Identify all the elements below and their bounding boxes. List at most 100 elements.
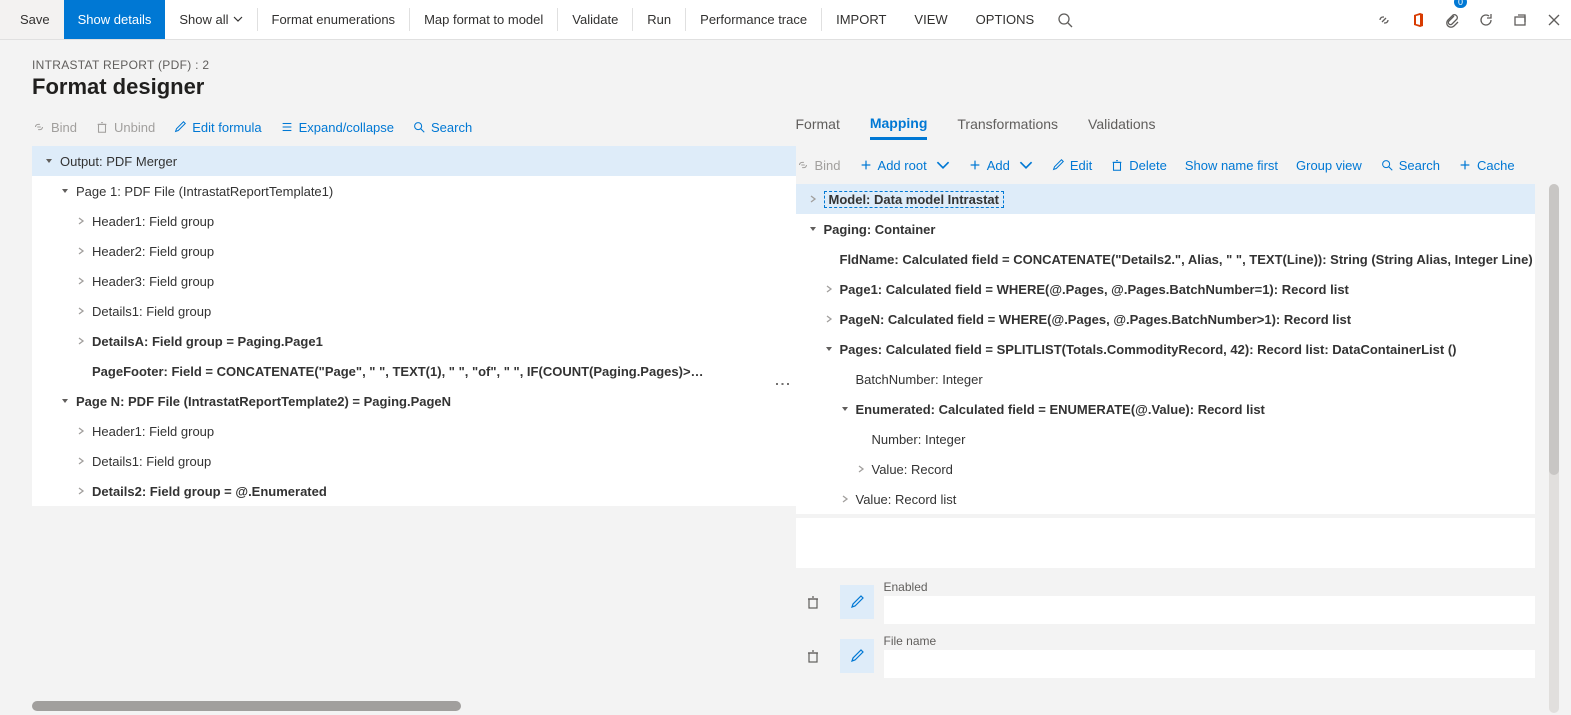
expand-icon[interactable]	[72, 276, 90, 286]
bind-button[interactable]: Bind	[32, 120, 77, 135]
list-icon	[280, 120, 294, 134]
tree-item-label: Output: PDF Merger	[58, 154, 177, 169]
options-button[interactable]: OPTIONS	[962, 0, 1049, 39]
collapse-icon[interactable]	[804, 224, 822, 234]
import-button[interactable]: IMPORT	[822, 0, 900, 39]
tab-transformations[interactable]: Transformations	[957, 116, 1058, 138]
collapse-icon[interactable]	[56, 186, 74, 196]
tree-row[interactable]: DetailsA: Field group = Paging.Page1	[32, 326, 796, 356]
delete-prop-filename-button[interactable]	[796, 639, 830, 673]
close-button[interactable]	[1537, 0, 1571, 39]
tree-row[interactable]: Header3: Field group	[32, 266, 796, 296]
page-header: INTRASTAT REPORT (PDF) : 2 Format design…	[0, 40, 1571, 108]
tree-row[interactable]: Output: PDF Merger	[32, 146, 796, 176]
add-button[interactable]: Add	[968, 158, 1033, 173]
search-right-button[interactable]: Search	[1380, 158, 1440, 173]
tree-row[interactable]: Number: Integer	[796, 424, 1536, 454]
delete-button[interactable]: Delete	[1110, 158, 1167, 173]
tab-format[interactable]: Format	[796, 116, 840, 138]
group-view-button[interactable]: Group view	[1296, 158, 1362, 173]
tree-row[interactable]: Enumerated: Calculated field = ENUMERATE…	[796, 394, 1536, 424]
popout-icon	[1512, 12, 1528, 28]
tree-item-label: Paging: Container	[822, 222, 936, 237]
tab-validations[interactable]: Validations	[1088, 116, 1155, 138]
performance-trace-button[interactable]: Performance trace	[686, 0, 821, 39]
unbind-button[interactable]: Unbind	[95, 120, 155, 135]
view-button[interactable]: VIEW	[900, 0, 961, 39]
tree-row[interactable]: Header2: Field group	[32, 236, 796, 266]
attachments-button[interactable]: 0	[1435, 0, 1469, 39]
expand-icon[interactable]	[72, 336, 90, 346]
cache-button[interactable]: Cache	[1458, 158, 1515, 173]
collapse-icon[interactable]	[820, 344, 838, 354]
tree-row[interactable]: Model: Data model Intrastat	[796, 184, 1536, 214]
collapse-icon[interactable]	[56, 396, 74, 406]
scrollbar-thumb[interactable]	[32, 701, 461, 711]
popout-button[interactable]	[1503, 0, 1537, 39]
row-actions-button[interactable]: ⋮	[773, 376, 792, 389]
map-format-button[interactable]: Map format to model	[410, 0, 557, 39]
tree-row[interactable]: Page1: Calculated field = WHERE(@.Pages,…	[796, 274, 1536, 304]
tree-row[interactable]: Value: Record	[796, 454, 1536, 484]
tree-row[interactable]: Details2: Field group = @.Enumerated	[32, 476, 796, 506]
search-button[interactable]	[1048, 0, 1082, 39]
edit-prop-enabled-button[interactable]	[840, 585, 874, 619]
save-button[interactable]: Save	[0, 0, 64, 39]
scrollbar-thumb[interactable]	[1549, 184, 1559, 475]
vertical-scrollbar[interactable]	[1549, 184, 1559, 713]
collapse-icon[interactable]	[40, 156, 58, 166]
tree-row[interactable]: Value: Record list	[796, 484, 1536, 514]
tree-row[interactable]: PageN: Calculated field = WHERE(@.Pages,…	[796, 304, 1536, 334]
tree-row[interactable]: Details1: Field group	[32, 296, 796, 326]
expand-icon[interactable]	[72, 306, 90, 316]
tree-row[interactable]: Paging: Container	[796, 214, 1536, 244]
expand-icon[interactable]	[836, 494, 854, 504]
expand-icon[interactable]	[804, 194, 822, 204]
show-details-button[interactable]: Show details	[64, 0, 166, 39]
expand-collapse-button[interactable]: Expand/collapse	[280, 120, 394, 135]
horizontal-scrollbar[interactable]	[32, 701, 1563, 711]
tree-item-label: Pages: Calculated field = SPLITLIST(Tota…	[838, 342, 1457, 357]
expand-icon[interactable]	[72, 216, 90, 226]
expand-icon[interactable]	[72, 486, 90, 496]
enabled-input[interactable]	[884, 596, 1536, 624]
edit-prop-filename-button[interactable]	[840, 639, 874, 673]
close-icon	[1546, 12, 1562, 28]
expand-icon[interactable]	[72, 246, 90, 256]
expand-icon[interactable]	[72, 456, 90, 466]
expand-icon[interactable]	[820, 284, 838, 294]
expand-icon[interactable]	[820, 314, 838, 324]
edit-button[interactable]: Edit	[1051, 158, 1092, 173]
tree-row[interactable]: Page 1: PDF File (IntrastatReportTemplat…	[32, 176, 796, 206]
tree-row[interactable]: Pages: Calculated field = SPLITLIST(Tota…	[796, 334, 1536, 364]
show-all-button[interactable]: Show all	[165, 0, 256, 39]
breadcrumb: INTRASTAT REPORT (PDF) : 2	[32, 58, 1539, 72]
add-root-button[interactable]: Add root	[859, 158, 950, 173]
tree-row[interactable]: FldName: Calculated field = CONCATENATE(…	[796, 244, 1536, 274]
tree-row[interactable]: Header1: Field group	[32, 416, 796, 446]
refresh-button[interactable]	[1469, 0, 1503, 39]
edit-formula-button[interactable]: Edit formula	[173, 120, 261, 135]
search-left-button[interactable]: Search	[412, 120, 472, 135]
office-icon-button[interactable]	[1401, 0, 1435, 39]
show-name-first-button[interactable]: Show name first	[1185, 158, 1278, 173]
link-icon-button[interactable]	[1367, 0, 1401, 39]
expand-icon[interactable]	[852, 464, 870, 474]
page-title: Format designer	[32, 74, 1539, 100]
tree-row[interactable]: Page N: PDF File (IntrastatReportTemplat…	[32, 386, 796, 416]
validate-button[interactable]: Validate	[558, 0, 632, 39]
expand-icon[interactable]	[72, 426, 90, 436]
tab-mapping[interactable]: Mapping	[870, 115, 928, 140]
format-enumerations-button[interactable]: Format enumerations	[258, 0, 410, 39]
filename-input[interactable]	[884, 650, 1536, 678]
tree-row[interactable]: BatchNumber: Integer	[796, 364, 1536, 394]
delete-prop-enabled-button[interactable]	[796, 585, 830, 619]
bind-right-button[interactable]: Bind	[796, 158, 841, 173]
tree-row[interactable]: Header1: Field group	[32, 206, 796, 236]
tree-row[interactable]: PageFooter: Field = CONCATENATE("Page", …	[32, 356, 796, 386]
pencil-icon	[849, 648, 865, 664]
tree-row[interactable]: Details1: Field group	[32, 446, 796, 476]
collapse-icon[interactable]	[836, 404, 854, 414]
run-button[interactable]: Run	[633, 0, 685, 39]
save-label: Save	[20, 12, 50, 27]
